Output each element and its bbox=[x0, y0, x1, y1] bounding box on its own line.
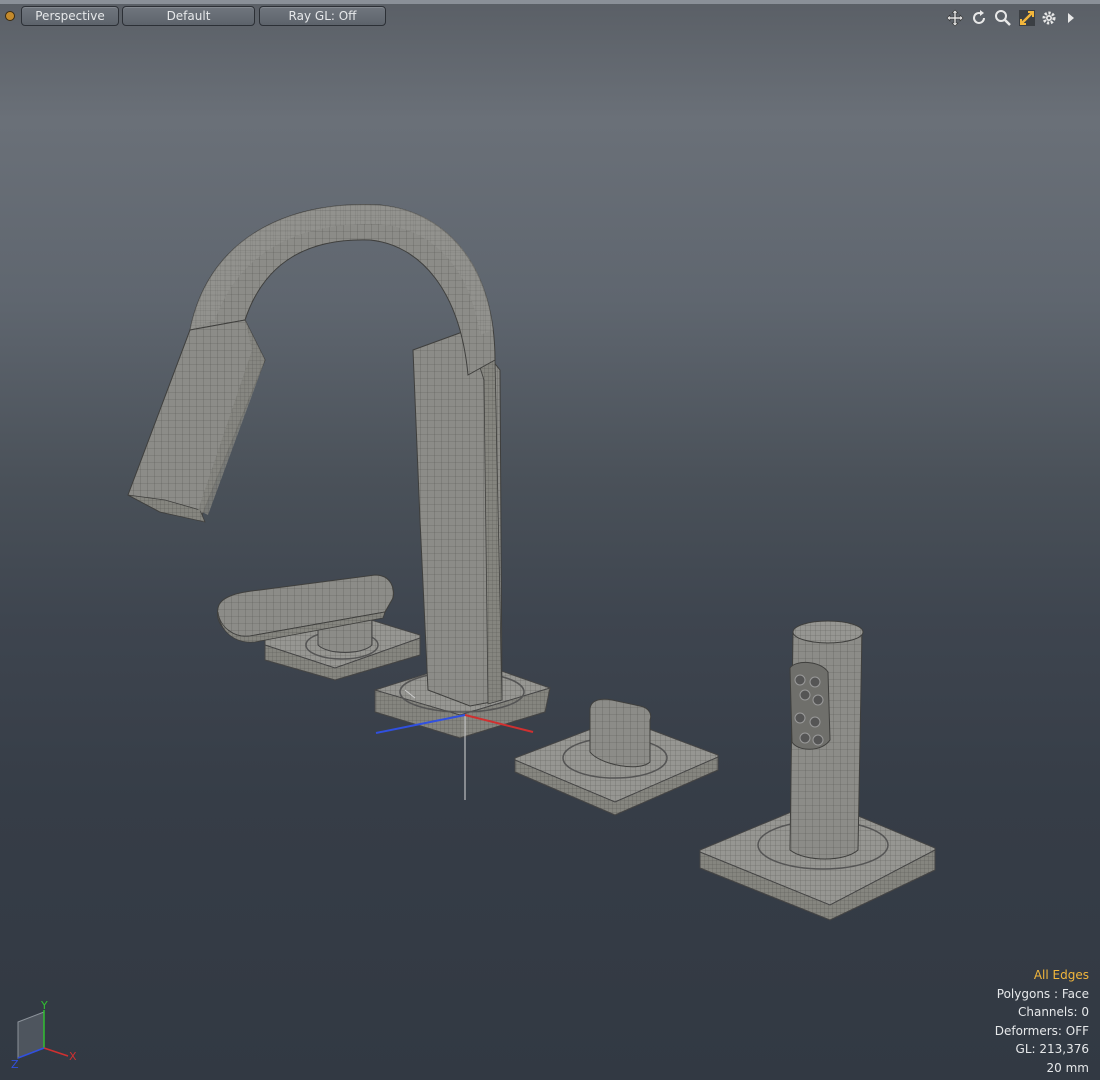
zoom-view-icon[interactable] bbox=[994, 9, 1012, 27]
maximize-view-icon[interactable] bbox=[1018, 9, 1036, 27]
hand-shower[interactable] bbox=[699, 620, 936, 921]
raygl-toggle[interactable]: Ray GL: Off bbox=[259, 6, 386, 26]
axis-x-label: X bbox=[69, 1050, 77, 1063]
rotate-view-icon[interactable] bbox=[970, 9, 988, 27]
shading-dropdown[interactable]: Default bbox=[122, 6, 255, 26]
axis-y-label: Y bbox=[40, 1000, 48, 1012]
move-view-icon[interactable] bbox=[946, 9, 964, 27]
expand-arrow-icon[interactable] bbox=[1062, 9, 1080, 27]
selection-mode-label: All Edges bbox=[1033, 968, 1089, 982]
scene-canvas[interactable] bbox=[0, 0, 1100, 1080]
viewport-menu-dot-icon[interactable] bbox=[5, 11, 15, 21]
deformers-label: Deformers: OFF bbox=[994, 1023, 1089, 1038]
axis-orientation-widget: Y X Z bbox=[11, 1000, 77, 1070]
polygons-label: Polygons : Face bbox=[996, 986, 1089, 1001]
view-mode-dropdown[interactable]: Perspective bbox=[21, 6, 119, 26]
settings-icon[interactable] bbox=[1040, 9, 1058, 27]
axis-x-line bbox=[43, 1047, 69, 1057]
3d-viewport[interactable]: Perspective Default Ray GL: Off All Edge… bbox=[0, 0, 1100, 1080]
viewport-toolbar: Perspective Default Ray GL: Off bbox=[0, 4, 1100, 28]
right-handle[interactable] bbox=[514, 698, 719, 816]
gl-count-label: GL: 213,376 bbox=[1015, 1042, 1089, 1056]
axis-z-label: Z bbox=[11, 1058, 19, 1070]
viewport-info-hud: All Edges Polygons : Face Channels: 0 De… bbox=[995, 966, 1089, 1077]
channels-label: Channels: 0 bbox=[1017, 1005, 1089, 1019]
grid-scale-label: 20 mm bbox=[1046, 1060, 1089, 1075]
viewport-nav-icons bbox=[946, 9, 1086, 27]
